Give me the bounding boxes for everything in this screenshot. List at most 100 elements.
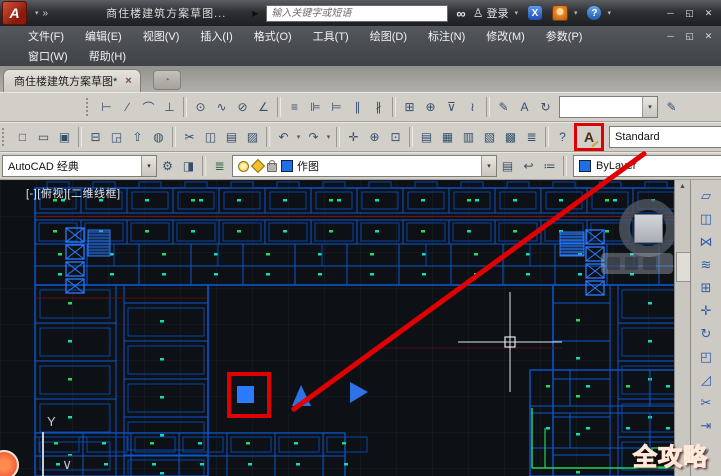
viewcube[interactable] bbox=[634, 214, 663, 243]
sheet-set-manager-icon[interactable]: ▧ bbox=[479, 126, 500, 148]
match-properties-icon[interactable]: ▨ bbox=[242, 126, 263, 148]
save-file-icon[interactable]: ▣ bbox=[54, 126, 75, 148]
arc-length-dimension-icon[interactable]: ⌒ bbox=[138, 96, 159, 118]
zoom-realtime-icon[interactable]: ⊕ bbox=[364, 126, 385, 148]
redo-icon[interactable]: ↷ bbox=[303, 126, 324, 148]
workspace-combo[interactable]: AutoCAD 经典 ▾ bbox=[2, 155, 157, 177]
center-mark-icon[interactable]: ⊕ bbox=[420, 96, 441, 118]
ordinate-dimension-icon[interactable]: ⊥ bbox=[159, 96, 180, 118]
dimension-style-manager-icon[interactable]: ✎ bbox=[661, 96, 682, 118]
plot-icon[interactable]: ⊟ bbox=[85, 126, 106, 148]
copy-object-icon[interactable]: ◫ bbox=[694, 207, 718, 230]
new-drawing-tab-button[interactable]: ◔ bbox=[153, 70, 181, 90]
application-menu-button[interactable]: A bbox=[2, 1, 27, 25]
workspace-combo-arrow-icon[interactable]: ▾ bbox=[141, 156, 156, 176]
text-style-combo[interactable]: Standard bbox=[609, 126, 721, 148]
mirror-icon[interactable]: ⋈ bbox=[694, 230, 718, 253]
sign-in-button[interactable]: 登录 bbox=[486, 5, 508, 21]
jogged-dimension-icon[interactable]: ∿ bbox=[211, 96, 232, 118]
extend-icon[interactable]: ⇥ bbox=[694, 414, 718, 437]
doc-restore-button[interactable]: ◱ bbox=[681, 29, 698, 44]
save-workspace-icon[interactable]: ◨ bbox=[178, 155, 199, 177]
drawing-tab[interactable]: 商住楼建筑方案草图* × bbox=[3, 69, 141, 92]
plot-preview-icon[interactable]: ◲ bbox=[106, 126, 127, 148]
help-icon[interactable]: ? bbox=[587, 6, 601, 20]
menu-view[interactable]: 视图(V) bbox=[143, 31, 180, 43]
close-button[interactable]: ✕ bbox=[700, 6, 717, 21]
rotate-icon[interactable]: ↻ bbox=[694, 322, 718, 345]
menu-tools[interactable]: 工具(T) bbox=[313, 31, 349, 43]
dimension-text-edit-icon[interactable]: A bbox=[514, 96, 535, 118]
menu-file[interactable]: 文件(F) bbox=[28, 31, 64, 43]
paste-icon[interactable]: ▤ bbox=[221, 126, 242, 148]
publish-icon[interactable]: ⇧ bbox=[127, 126, 148, 148]
application-menu-arrow-icon[interactable]: ▾ bbox=[35, 9, 39, 17]
open-file-icon[interactable]: ▭ bbox=[33, 126, 54, 148]
inspection-icon[interactable]: ⊽ bbox=[441, 96, 462, 118]
menu-parametric[interactable]: 参数(P) bbox=[546, 31, 583, 43]
layer-on-bulb-icon[interactable] bbox=[238, 161, 249, 172]
communication-center-icon[interactable] bbox=[552, 5, 568, 21]
layer-combo-arrow-icon[interactable]: ▾ bbox=[481, 156, 496, 176]
navigation-bar[interactable] bbox=[601, 253, 673, 274]
layer-properties-manager-icon[interactable]: ≣ bbox=[209, 155, 230, 177]
scrollbar-thumb[interactable] bbox=[676, 252, 691, 282]
baseline-dimension-icon[interactable]: ⊫ bbox=[305, 96, 326, 118]
menu-draw[interactable]: 绘图(D) bbox=[370, 31, 407, 43]
dimension-break-icon[interactable]: ∦ bbox=[368, 96, 389, 118]
undo-dropdown-arrow-icon[interactable]: ▾ bbox=[294, 133, 303, 141]
help-icon[interactable]: ? bbox=[552, 126, 573, 148]
text-style-button[interactable]: A bbox=[577, 126, 601, 148]
dimension-edit-icon[interactable]: ✎ bbox=[493, 96, 514, 118]
toolbar-grip[interactable] bbox=[2, 128, 8, 146]
nav-zoom-icon[interactable] bbox=[625, 257, 638, 270]
diameter-dimension-icon[interactable]: ⊘ bbox=[232, 96, 253, 118]
title-expand-icon[interactable]: ▶ bbox=[252, 9, 258, 18]
menu-modify[interactable]: 修改(M) bbox=[486, 31, 525, 43]
sign-in-dropdown-icon[interactable]: ▾ bbox=[514, 9, 518, 17]
drawing-canvas[interactable]: [-][俯视][二维线框] ▲ ▱◫⋈≋⊞✛↻◰◿✂⇥◞ Y ∨ bbox=[0, 180, 721, 476]
pan-icon[interactable]: ✛ bbox=[343, 126, 364, 148]
make-object-layer-current-icon[interactable]: ▤ bbox=[497, 155, 518, 177]
color-combo[interactable]: ByLayer bbox=[573, 155, 721, 177]
dimension-space-icon[interactable]: ∥ bbox=[347, 96, 368, 118]
markup-set-manager-icon[interactable]: ▩ bbox=[500, 126, 521, 148]
properties-palette-icon[interactable]: ▤ bbox=[416, 126, 437, 148]
scroll-up-icon[interactable]: ▲ bbox=[679, 183, 686, 190]
exchange-apps-icon[interactable]: X bbox=[528, 6, 542, 20]
stretch-icon[interactable]: ◿ bbox=[694, 368, 718, 391]
layer-lock-icon[interactable] bbox=[267, 163, 277, 172]
doc-minimize-button[interactable]: ─ bbox=[662, 29, 679, 44]
angular-dimension-icon[interactable]: ∠ bbox=[253, 96, 274, 118]
dimension-style-combo[interactable]: ▾ bbox=[559, 96, 658, 118]
aligned-dimension-icon[interactable]: ∕ bbox=[117, 96, 138, 118]
cut-icon[interactable]: ✂ bbox=[179, 126, 200, 148]
continue-dimension-icon[interactable]: ⊨ bbox=[326, 96, 347, 118]
quick-access-overflow-icon[interactable]: » bbox=[43, 8, 49, 19]
dimension-style-combo-arrow-icon[interactable]: ▾ bbox=[642, 97, 657, 117]
new-file-icon[interactable]: □ bbox=[12, 126, 33, 148]
jogged-linear-icon[interactable]: ≀ bbox=[462, 96, 483, 118]
copy-clip-icon[interactable]: ◫ bbox=[200, 126, 221, 148]
layer-combo[interactable]: 作图 ▾ bbox=[232, 155, 497, 177]
array-icon[interactable]: ⊞ bbox=[694, 276, 718, 299]
menu-insert[interactable]: 插入(I) bbox=[200, 31, 232, 43]
undo-icon[interactable]: ↶ bbox=[273, 126, 294, 148]
scale-icon[interactable]: ◰ bbox=[694, 345, 718, 368]
search-icon[interactable]: ∞ bbox=[456, 6, 464, 21]
viewport-controls-label[interactable]: [-][俯视][二维线框] bbox=[26, 185, 121, 201]
user-icon[interactable]: ♙ bbox=[473, 6, 484, 20]
menu-dimension[interactable]: 标注(N) bbox=[428, 31, 465, 43]
doc-close-button[interactable]: ✕ bbox=[700, 29, 717, 44]
move-icon[interactable]: ✛ bbox=[694, 299, 718, 322]
quick-dimension-icon[interactable]: ≡ bbox=[284, 96, 305, 118]
vertical-scrollbar[interactable]: ▲ bbox=[674, 180, 691, 476]
toolbar-grip[interactable] bbox=[86, 98, 92, 116]
communication-dropdown-icon[interactable]: ▾ bbox=[574, 9, 578, 17]
menu-window[interactable]: 窗口(W) bbox=[28, 51, 68, 63]
design-center-icon[interactable]: ▦ bbox=[437, 126, 458, 148]
linear-dimension-icon[interactable]: ⊢ bbox=[96, 96, 117, 118]
menu-help[interactable]: 帮助(H) bbox=[89, 51, 126, 63]
search-input[interactable] bbox=[266, 5, 448, 22]
nav-pan-icon[interactable] bbox=[607, 257, 620, 270]
